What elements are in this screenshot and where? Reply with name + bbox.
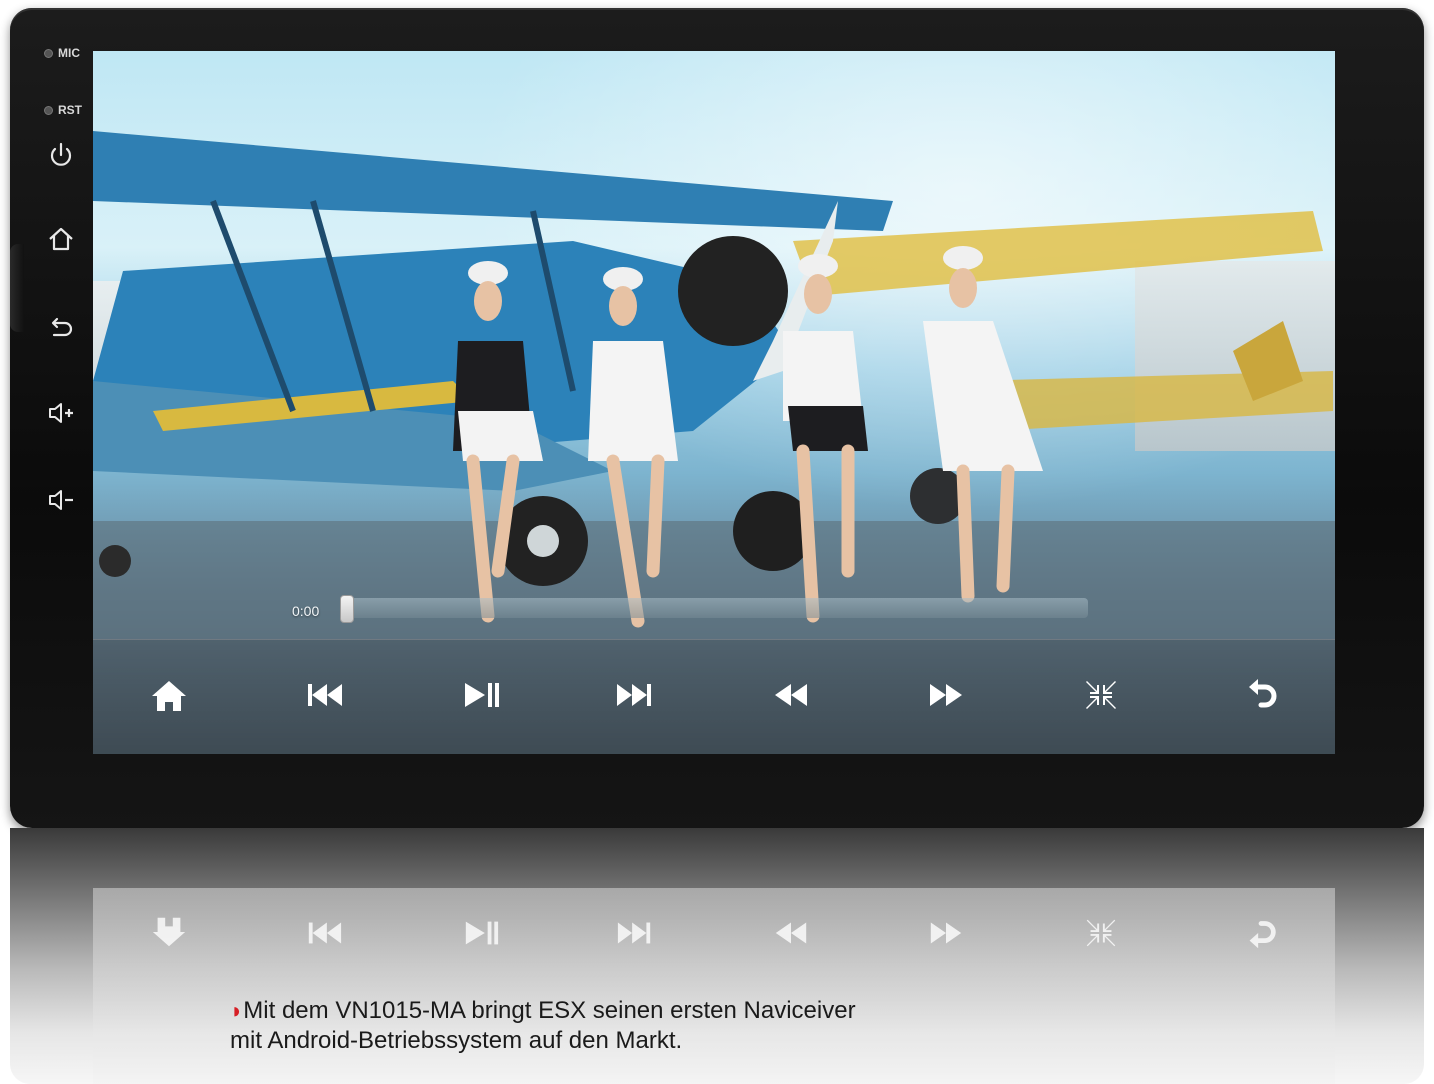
return-button[interactable] bbox=[1233, 670, 1289, 720]
video-player-screen[interactable]: 0:00 bbox=[93, 51, 1335, 754]
volume-knob[interactable] bbox=[10, 244, 24, 332]
volume-up-icon bbox=[49, 403, 73, 423]
playback-time: 0:00 bbox=[292, 603, 320, 619]
reset-hole-icon[interactable] bbox=[44, 105, 53, 115]
exit-fullscreen-icon bbox=[1086, 681, 1116, 709]
rewind-button[interactable] bbox=[763, 670, 819, 720]
image-caption: ◗Mit dem VN1015-MA bringt ESX seinen ers… bbox=[230, 997, 856, 1054]
play-pause-button[interactable] bbox=[453, 670, 509, 720]
seek-bar[interactable] bbox=[343, 598, 1088, 618]
mic-label: MIC bbox=[44, 46, 80, 60]
caption-marker-icon: ◗ bbox=[230, 998, 244, 1023]
home-button[interactable] bbox=[141, 670, 197, 720]
reflection-rewind-icon bbox=[763, 908, 819, 958]
exit-fullscreen-button[interactable] bbox=[1073, 670, 1129, 720]
reflection-home-icon bbox=[141, 908, 197, 958]
player-controls-bar bbox=[93, 639, 1335, 754]
mic-hole-icon bbox=[44, 48, 53, 58]
home-icon bbox=[152, 681, 186, 711]
home-icon bbox=[49, 227, 73, 251]
side-back-button[interactable] bbox=[46, 314, 76, 344]
side-home-button[interactable] bbox=[46, 224, 76, 254]
seek-thumb[interactable] bbox=[340, 595, 354, 623]
next-track-icon bbox=[617, 684, 651, 706]
volume-down-icon bbox=[49, 490, 73, 510]
volume-up-button[interactable] bbox=[46, 398, 76, 428]
previous-track-button[interactable] bbox=[296, 670, 352, 720]
rst-label[interactable]: RST bbox=[44, 103, 82, 117]
reflection-play-pause-icon bbox=[453, 908, 509, 958]
power-icon bbox=[50, 142, 72, 166]
reflection-next-track-icon bbox=[607, 908, 663, 958]
power-button[interactable] bbox=[46, 140, 76, 170]
return-icon bbox=[1249, 679, 1277, 708]
reflection-fast-forward-icon bbox=[918, 908, 974, 958]
back-icon bbox=[51, 317, 73, 337]
play-pause-icon bbox=[465, 683, 499, 707]
fast-forward-icon bbox=[930, 684, 962, 706]
reflection-return-icon bbox=[1233, 908, 1289, 958]
reflection-exit-fullscreen-icon bbox=[1073, 908, 1129, 958]
reflection-previous-track-icon bbox=[296, 908, 352, 958]
fast-forward-button[interactable] bbox=[918, 670, 974, 720]
volume-down-button[interactable] bbox=[46, 485, 76, 515]
next-track-button[interactable] bbox=[607, 670, 663, 720]
previous-track-icon bbox=[308, 684, 342, 706]
rewind-icon bbox=[775, 684, 807, 706]
